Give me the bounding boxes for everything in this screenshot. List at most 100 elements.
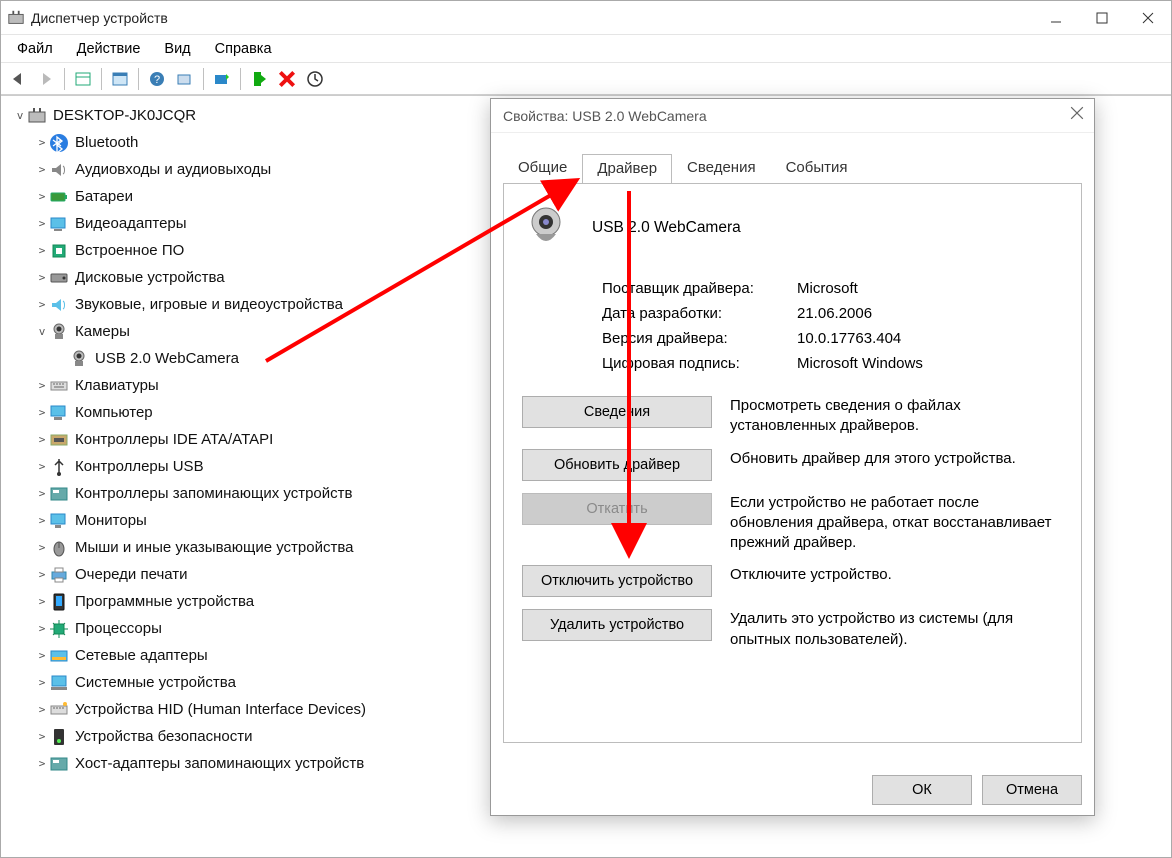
dialog-close-button[interactable] xyxy=(1070,106,1084,123)
expand-icon[interactable]: > xyxy=(35,568,49,581)
storage-controller-icon xyxy=(49,484,69,504)
uninstall-device-button[interactable]: Удалить устройство xyxy=(522,609,712,641)
expand-icon[interactable]: > xyxy=(35,406,49,419)
toolbar-scan-button[interactable] xyxy=(172,66,198,92)
monitor-icon xyxy=(49,511,69,531)
tree-label: Программные устройства xyxy=(75,593,254,610)
expand-icon[interactable]: > xyxy=(35,460,49,473)
expand-icon[interactable]: > xyxy=(35,622,49,635)
value-provider: Microsoft xyxy=(797,280,858,297)
tree-label: Мониторы xyxy=(75,512,147,529)
tree-label: Аудиовходы и аудиовыходы xyxy=(75,161,271,178)
menubar: Файл Действие Вид Справка xyxy=(1,35,1171,63)
update-driver-desc: Обновить драйвер для этого устройства. xyxy=(730,449,1063,469)
expand-icon[interactable]: > xyxy=(35,541,49,554)
tab-row: Общие Драйвер Сведения События xyxy=(503,153,1082,183)
toolbar-update-driver-button[interactable] xyxy=(209,66,235,92)
system-device-icon xyxy=(49,673,69,693)
value-date: 21.06.2006 xyxy=(797,305,872,322)
expand-icon[interactable]: > xyxy=(35,163,49,176)
menu-file[interactable]: Файл xyxy=(7,38,63,60)
label-date: Дата разработки: xyxy=(602,305,797,322)
minimize-button[interactable] xyxy=(1033,1,1079,35)
driver-details-button[interactable]: Сведения xyxy=(522,396,712,428)
driver-details-desc: Просмотреть сведения о файлах установлен… xyxy=(730,396,1063,437)
tab-events[interactable]: События xyxy=(771,153,863,183)
toolbar-properties-button[interactable] xyxy=(107,66,133,92)
tree-label: Устройства безопасности xyxy=(75,728,252,745)
label-signer: Цифровая подпись: xyxy=(602,355,797,372)
toolbar: ? xyxy=(1,63,1171,95)
tab-general[interactable]: Общие xyxy=(503,153,582,183)
audio-io-icon xyxy=(49,160,69,180)
hid-icon xyxy=(49,700,69,720)
expand-icon[interactable]: > xyxy=(35,676,49,689)
toolbar-help-button[interactable]: ? xyxy=(144,66,170,92)
driver-info: Поставщик драйвера:Microsoft Дата разраб… xyxy=(522,280,1063,372)
expand-icon[interactable]: > xyxy=(35,595,49,608)
ok-button[interactable]: ОК xyxy=(872,775,972,805)
maximize-button[interactable] xyxy=(1079,1,1125,35)
expand-icon[interactable]: > xyxy=(35,649,49,662)
menu-action[interactable]: Действие xyxy=(67,38,151,60)
expand-icon[interactable]: v xyxy=(35,325,49,338)
window-controls xyxy=(1033,1,1171,35)
tree-label: Очереди печати xyxy=(75,566,188,583)
tree-label: Устройства HID (Human Interface Devices) xyxy=(75,701,366,718)
tree-label: Процессоры xyxy=(75,620,162,637)
bluetooth-icon xyxy=(49,133,69,153)
tree-label: Контроллеры запоминающих устройств xyxy=(75,485,352,502)
expand-icon[interactable]: > xyxy=(35,190,49,203)
tree-label: Встроенное ПО xyxy=(75,242,184,259)
expand-icon[interactable]: > xyxy=(35,244,49,257)
host-adapter-icon xyxy=(49,754,69,774)
close-button[interactable] xyxy=(1125,1,1171,35)
disable-device-desc: Отключите устройство. xyxy=(730,565,1063,585)
rollback-driver-button: Откатить xyxy=(522,493,712,525)
toolbar-scan-hardware-button[interactable] xyxy=(302,66,328,92)
expand-icon[interactable]: > xyxy=(35,514,49,527)
tree-label: Камеры xyxy=(75,323,130,340)
software-device-icon xyxy=(49,592,69,612)
titlebar: Диспетчер устройств xyxy=(1,1,1171,35)
expand-icon[interactable]: > xyxy=(35,298,49,311)
toolbar-separator xyxy=(138,68,139,90)
expand-icon[interactable]: > xyxy=(35,487,49,500)
tab-details[interactable]: Сведения xyxy=(672,153,771,183)
cancel-button[interactable]: Отмена xyxy=(982,775,1082,805)
menu-help[interactable]: Справка xyxy=(205,38,282,60)
tab-driver[interactable]: Драйвер xyxy=(582,154,672,184)
expand-icon[interactable]: > xyxy=(35,136,49,149)
toolbar-show-hide-button[interactable] xyxy=(70,66,96,92)
expand-icon[interactable]: > xyxy=(35,757,49,770)
device-manager-window: Диспетчер устройств Файл Действие Вид Сп… xyxy=(0,0,1172,858)
tree-label: Клавиатуры xyxy=(75,377,159,394)
toolbar-uninstall-button[interactable] xyxy=(274,66,300,92)
tree-label: Сетевые адаптеры xyxy=(75,647,208,664)
update-driver-button[interactable]: Обновить драйвер xyxy=(522,449,712,481)
tree-label: USB 2.0 WebCamera xyxy=(95,350,239,367)
computer-node-icon xyxy=(49,403,69,423)
toolbar-back-button[interactable] xyxy=(5,66,31,92)
expand-icon[interactable]: > xyxy=(35,217,49,230)
tree-label: Дисковые устройства xyxy=(75,269,225,286)
action-block: Сведения Просмотреть сведения о файлах у… xyxy=(522,396,1063,650)
rollback-driver-desc: Если устройство не работает после обновл… xyxy=(730,493,1063,554)
toolbar-enable-button[interactable] xyxy=(246,66,272,92)
content-area: v DESKTOP-JK0JCQR >Bluetooth >Аудиовходы… xyxy=(1,95,1171,857)
expand-icon[interactable]: > xyxy=(35,379,49,392)
tree-label: Батареи xyxy=(75,188,133,205)
expand-icon[interactable]: > xyxy=(35,703,49,716)
expand-icon[interactable]: > xyxy=(35,433,49,446)
expand-icon[interactable]: v xyxy=(13,109,27,122)
keyboard-icon xyxy=(49,376,69,396)
disable-device-button[interactable]: Отключить устройство xyxy=(522,565,712,597)
svg-text:?: ? xyxy=(154,74,160,86)
usb-icon xyxy=(49,457,69,477)
tree-label: Системные устройства xyxy=(75,674,236,691)
firmware-icon xyxy=(49,241,69,261)
menu-view[interactable]: Вид xyxy=(154,38,200,60)
expand-icon[interactable]: > xyxy=(35,271,49,284)
mouse-icon xyxy=(49,538,69,558)
expand-icon[interactable]: > xyxy=(35,730,49,743)
